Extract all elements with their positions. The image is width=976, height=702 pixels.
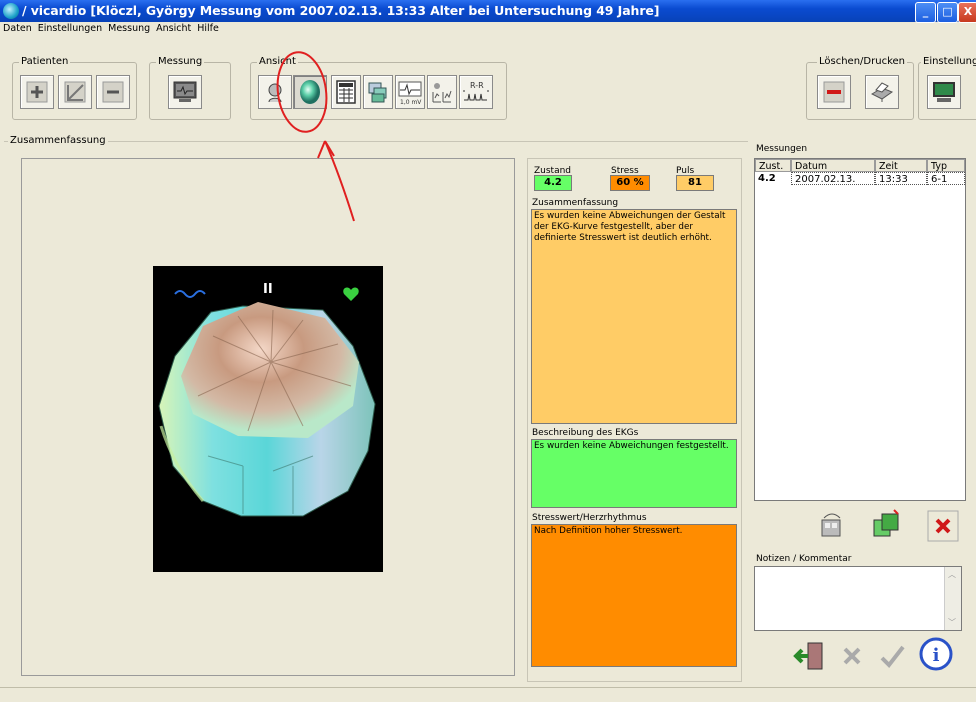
menu-messung[interactable]: Messung (105, 22, 153, 34)
copy-measurement-button[interactable] (868, 506, 904, 542)
row-zust: 4.2 (758, 173, 776, 184)
loeschen-drucken-group: Löschen/Drucken (806, 56, 914, 120)
beschreibung-label: Beschreibung des EKGs (532, 428, 639, 438)
chart-icon (432, 83, 452, 103)
ecg-detail-button[interactable] (814, 506, 850, 542)
ok-icon (880, 645, 905, 669)
einstellungen-label: Einstellungen (921, 56, 976, 67)
settings-monitor-icon (933, 82, 955, 102)
remove-patient-button[interactable] (96, 75, 130, 109)
copy-icon (873, 509, 899, 537)
messung-group: Messung (149, 56, 231, 120)
lead-label: II (263, 282, 273, 297)
column-typ[interactable]: Typ (927, 159, 965, 172)
zustand-value: 4.2 (534, 175, 572, 191)
table-row[interactable]: 4.2 2007.02.13. 13:33 6-1 (755, 172, 965, 185)
chart-view-button[interactable] (427, 75, 457, 109)
menu-ansicht[interactable]: Ansicht (153, 22, 194, 34)
loeschen-drucken-label: Löschen/Drucken (817, 56, 907, 67)
zusammenfassung-text: Es wurden keine Abweichungen der Gestalt… (531, 209, 737, 424)
info-icon: i (919, 637, 953, 671)
minimize-button[interactable]: _ (915, 2, 936, 23)
zusammenfassung-frame-label: Zusammenfassung (8, 135, 108, 146)
beschreibung-text: Es wurden keine Abweichungen festgestell… (531, 439, 737, 508)
edit-patient-icon (64, 81, 86, 103)
edit-patient-button[interactable] (58, 75, 92, 109)
window-title: / vicardio [Klöczl, György Messung vom 2… (22, 3, 660, 18)
heart-icon (343, 287, 359, 301)
delete-measurement-button[interactable] (925, 508, 961, 544)
ecg-scale-icon: 1,0 mV (398, 81, 422, 106)
rr-icon: R-R (463, 81, 489, 101)
svg-text:i: i (933, 645, 940, 666)
new-measurement-button[interactable] (168, 75, 202, 109)
stresswert-label: Stresswert/Herzrhythmus (532, 513, 647, 523)
measurements-list[interactable]: Zust. Datum Zeit Typ 4.2 2007.02.13. 13:… (754, 158, 966, 501)
rr-label: R-R (470, 81, 484, 90)
exit-button[interactable] (792, 638, 828, 674)
scroll-up-icon[interactable]: ︿ (948, 569, 956, 580)
door-exit-icon (793, 642, 823, 670)
close-button[interactable]: X (958, 2, 976, 23)
messung-label: Messung (156, 56, 205, 67)
messungen-label: Messungen (756, 144, 808, 154)
delete-icon (823, 81, 845, 103)
einstellungen-group: Einstellungen (918, 56, 976, 120)
annotation-marker (276, 51, 355, 222)
printer-icon (870, 82, 894, 102)
delete-button[interactable] (817, 75, 851, 109)
row-zeit: 13:33 (875, 172, 927, 185)
app-icon (3, 3, 19, 19)
row-typ: 6-1 (927, 172, 965, 185)
menu-einstellungen[interactable]: Einstellungen (35, 22, 105, 34)
ecg-scale-label: 1,0 mV (400, 99, 422, 106)
3d-heart-graphic (158, 287, 376, 517)
ecg-wave-icon (174, 290, 206, 298)
scroll-down-icon[interactable]: ﹀ (948, 617, 956, 628)
cancel-icon (843, 647, 861, 665)
menu-daten[interactable]: Daten (0, 22, 35, 34)
ecg-scale-button[interactable]: 1,0 mV (395, 75, 425, 109)
stress-value: 60 % (610, 175, 650, 191)
notizen-label: Notizen / Kommentar (756, 554, 852, 564)
patienten-label: Patienten (19, 56, 71, 67)
print-button[interactable] (865, 75, 899, 109)
column-zust[interactable]: Zust. (755, 159, 791, 172)
notes-scrollbar[interactable]: ︿ ﹀ (944, 567, 961, 630)
monitor-icon (173, 81, 197, 102)
puls-value: 81 (676, 175, 714, 191)
column-datum[interactable]: Datum (791, 159, 875, 172)
patienten-group: Patienten (12, 56, 137, 120)
info-button[interactable]: i (918, 636, 954, 672)
add-patient-button[interactable] (20, 75, 54, 109)
maximize-button[interactable]: □ (937, 2, 958, 23)
menu-hilfe[interactable]: Hilfe (194, 22, 222, 34)
rr-view-button[interactable]: R-R (459, 75, 493, 109)
notes-textarea[interactable] (754, 566, 962, 631)
row-datum: 2007.02.13. (791, 172, 875, 185)
remove-patient-icon (102, 81, 124, 103)
ecg-detail-icon (821, 513, 841, 537)
column-zeit[interactable]: Zeit (875, 159, 927, 172)
settings-button[interactable] (927, 75, 961, 109)
red-x-icon (927, 510, 959, 542)
menu-bar: Daten Einstellungen Messung Ansicht Hilfe (0, 22, 976, 38)
add-patient-icon (26, 81, 48, 103)
zusammenfassung-label: Zusammenfassung (532, 198, 619, 208)
cancel-button[interactable] (834, 638, 870, 674)
status-bar (0, 687, 976, 702)
3d-heart-image[interactable]: II (153, 266, 383, 572)
stresswert-text: Nach Definition hoher Stresswert. (531, 524, 737, 667)
title-bar: / vicardio [Klöczl, György Messung vom 2… (0, 0, 976, 23)
ok-button[interactable] (874, 638, 910, 674)
